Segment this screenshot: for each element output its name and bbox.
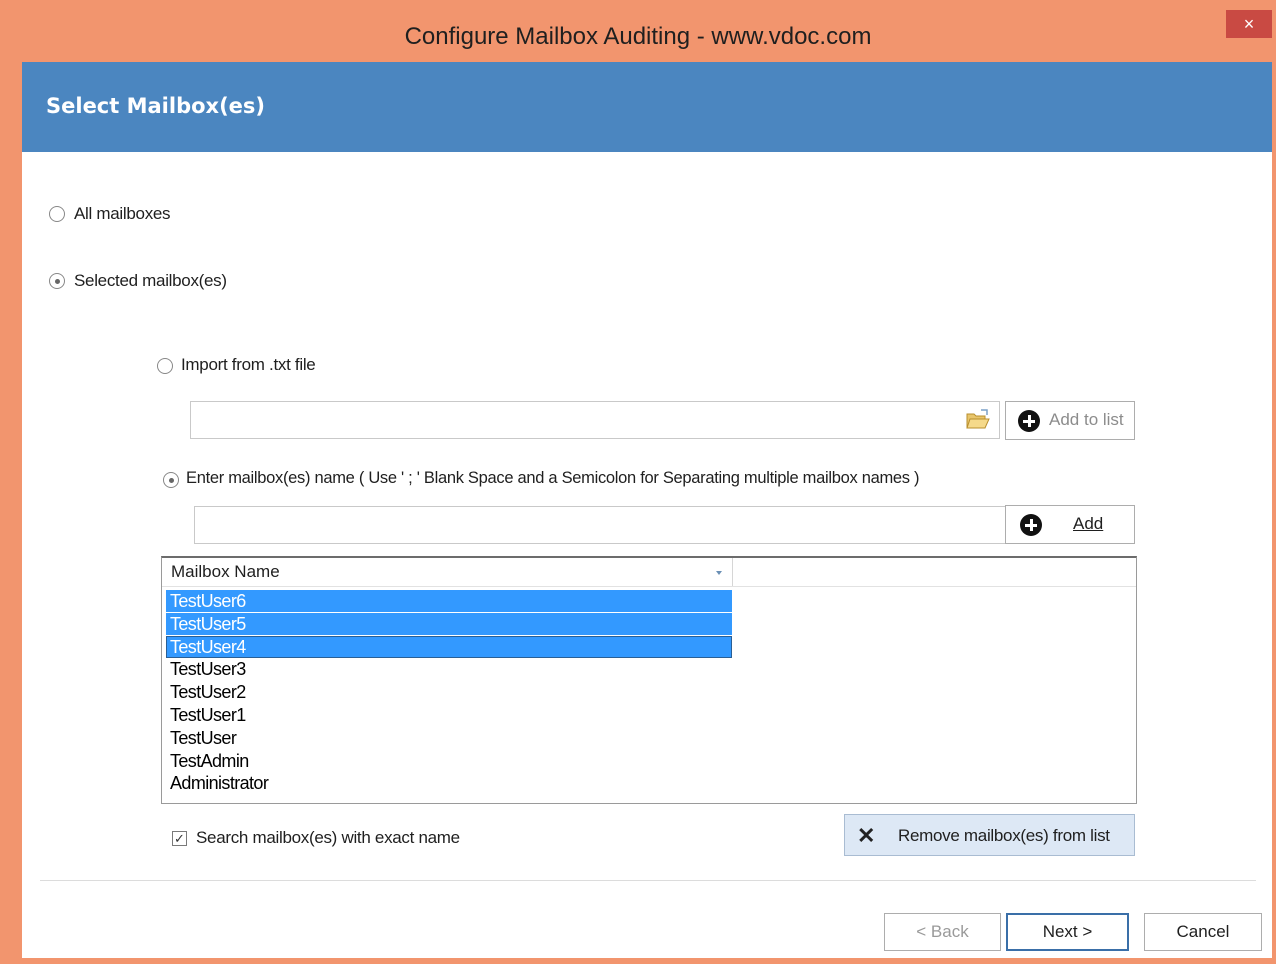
import-txt-radio[interactable] — [157, 358, 173, 374]
import-txt-label[interactable]: Import from .txt file — [181, 355, 316, 375]
folder-open-icon[interactable] — [965, 408, 991, 432]
remove-mailboxes-button[interactable]: ✕ Remove mailbox(es) from list — [844, 814, 1135, 856]
table-row[interactable]: Administrator — [166, 772, 732, 794]
exact-name-label[interactable]: Search mailbox(es) with exact name — [196, 828, 460, 848]
close-icon: × — [1243, 14, 1255, 34]
title-bar: Configure Mailbox Auditing - www.vdoc.co… — [0, 0, 1276, 62]
table-row[interactable]: TestUser — [166, 727, 732, 749]
page-title: Select Mailbox(es) — [46, 94, 266, 118]
cancel-label: Cancel — [1176, 922, 1230, 941]
table-row[interactable]: TestUser5 — [166, 612, 732, 635]
back-button[interactable]: < Back — [884, 913, 1001, 951]
add-label: Add — [1073, 514, 1104, 533]
column-header-mailbox-name[interactable]: Mailbox Name — [162, 558, 733, 587]
next-button[interactable]: Next > — [1006, 913, 1129, 951]
footer-separator — [40, 880, 1256, 881]
column-header-label: Mailbox Name — [171, 562, 280, 581]
back-label: < Back — [916, 922, 969, 941]
column-header-filler — [732, 558, 1136, 587]
dropdown-arrow-icon[interactable] — [715, 570, 723, 576]
enter-names-label[interactable]: Enter mailbox(es) name ( Use ' ; ' Blank… — [186, 469, 920, 488]
wizard-client-area: Select Mailbox(es) All mailboxes Selecte… — [22, 62, 1272, 958]
add-to-list-button[interactable]: Add to list — [1005, 401, 1135, 440]
window-title: Configure Mailbox Auditing - www.vdoc.co… — [404, 23, 872, 50]
mailbox-grid[interactable]: Mailbox Name TestUser6 TestUser5 TestUser4… — [161, 556, 1137, 804]
table-row[interactable]: TestUser3 — [166, 658, 732, 680]
next-label: Next > — [1042, 922, 1093, 941]
exact-name-checkbox[interactable]: ✓ — [172, 831, 187, 846]
add-to-list-label: Add to list — [1049, 410, 1124, 429]
page-header: Select Mailbox(es) — [22, 62, 1272, 152]
cancel-button[interactable]: Cancel — [1144, 913, 1262, 951]
all-mailboxes-radio[interactable] — [49, 206, 65, 222]
close-button[interactable]: × — [1226, 10, 1272, 38]
mailbox-name-input[interactable] — [194, 506, 1006, 544]
enter-names-radio[interactable] — [163, 472, 179, 488]
selected-mailboxes-radio[interactable] — [49, 273, 65, 289]
plus-circle-icon — [1020, 514, 1042, 536]
import-path-input[interactable] — [190, 401, 1000, 439]
table-row[interactable]: TestAdmin — [166, 750, 732, 772]
remove-mailboxes-label: Remove mailbox(es) from list — [898, 826, 1110, 845]
table-row[interactable]: TestUser2 — [166, 681, 732, 703]
table-row[interactable]: TestUser6 — [166, 590, 732, 612]
table-row[interactable]: TestUser4 — [166, 635, 732, 658]
x-icon: ✕ — [857, 823, 876, 848]
plus-circle-icon — [1018, 410, 1040, 432]
table-row[interactable]: TestUser1 — [166, 704, 732, 726]
all-mailboxes-label[interactable]: All mailboxes — [74, 204, 171, 224]
selected-mailboxes-label[interactable]: Selected mailbox(es) — [74, 271, 227, 291]
add-button[interactable]: Add — [1005, 505, 1135, 544]
checkmark-icon: ✓ — [174, 831, 185, 846]
